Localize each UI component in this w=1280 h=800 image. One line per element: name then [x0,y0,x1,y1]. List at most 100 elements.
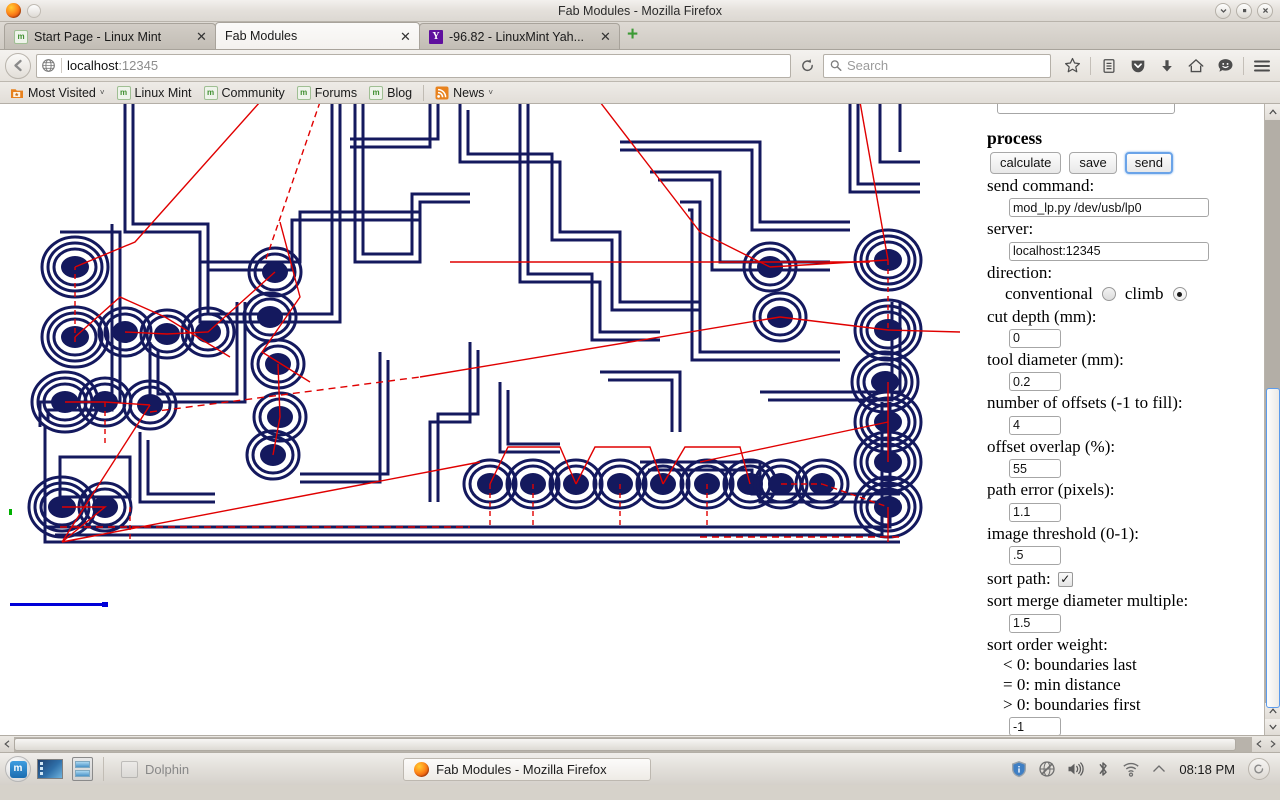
tab-label: Fab Modules [225,29,298,43]
send-command-input[interactable] [1009,198,1209,218]
mint-menu-button[interactable]: m [4,755,32,783]
back-button[interactable] [5,52,31,79]
horizontal-scroll-track[interactable] [14,736,1252,752]
tab-start-page[interactable]: m Start Page - Linux Mint ✕ [4,23,216,49]
search-box[interactable] [823,53,1051,78]
vertical-scrollbar[interactable] [1264,104,1280,735]
sort-merge-input[interactable] [1009,613,1061,633]
image-threshold-input[interactable] [1009,545,1061,565]
bookmark-community[interactable]: m Community [199,85,290,101]
downloads-icon[interactable] [1154,53,1180,79]
cut-depth-label: cut depth (mm): [987,306,1097,326]
process-settings-panel: process calculate save send send command… [978,104,1280,735]
bookmark-news[interactable]: News ˅ [430,85,498,101]
tab-close-icon[interactable]: ✕ [599,30,612,43]
bookmark-most-visited[interactable]: Most Visited ˅ [5,85,110,101]
library-icon[interactable] [1096,53,1122,79]
firefox-icon [414,761,430,777]
taskbar: m Dolphin Fab Modules - Mozilla Firefox [0,752,1280,785]
url-divider [61,58,62,73]
task-firefox-window[interactable]: Fab Modules - Mozilla Firefox [403,757,652,781]
url-text: localhost:12345 [67,58,158,73]
number-of-offsets-input[interactable] [1009,415,1061,435]
maximize-button[interactable] [1236,2,1252,19]
window-controls [1215,2,1280,19]
sort-order-weight-input[interactable] [1009,717,1061,735]
reload-button[interactable] [796,55,818,77]
new-tab-button[interactable]: + [619,25,646,47]
file-manager-button[interactable] [68,755,96,783]
search-input[interactable] [846,58,1044,73]
caret-up-icon[interactable] [1149,760,1168,779]
horizontal-scrollbar[interactable] [0,735,1280,752]
bookmark-forums[interactable]: m Forums [292,85,362,101]
menu-icon[interactable] [1249,53,1275,79]
vertical-scroll-thumb[interactable] [1265,388,1280,708]
tab-linuxmint-yahoo[interactable]: Y -96.82 - LinuxMint Yah... ✕ [419,23,620,49]
save-button[interactable]: save [1069,152,1117,174]
bookmark-label: Most Visited [28,85,96,100]
server-input[interactable] [1009,241,1209,261]
bookmark-blog[interactable]: m Blog [364,85,417,101]
path-error-input[interactable] [1009,502,1061,522]
mint-icon: m [116,85,131,100]
scroll-up-arrow[interactable] [1264,104,1280,120]
image-threshold-label: image threshold (0-1): [987,523,1140,543]
direction-radio-group: conventional climb [1005,284,1280,304]
bluetooth-icon[interactable] [1093,760,1112,779]
offset-overlap-input[interactable] [1009,459,1061,479]
task-dolphin[interactable]: Dolphin [111,758,199,781]
cut-depth-input[interactable] [1009,328,1061,348]
rss-icon [435,86,449,100]
scroll-left-arrow[interactable] [0,737,14,752]
tab-strip: m Start Page - Linux Mint ✕ Fab Modules … [0,22,1280,50]
desktop-icon [37,759,63,779]
wifi-icon[interactable] [1121,760,1140,779]
toolbar-divider [1090,56,1091,75]
close-button[interactable] [1257,2,1273,19]
section-title-process: process [987,128,1043,148]
scroll-right-arrow[interactable] [1266,737,1280,752]
clipped-input[interactable] [997,104,1175,114]
send-button[interactable]: send [1124,152,1173,174]
vertical-scroll-track[interactable] [1264,120,1280,708]
home-icon[interactable] [1183,53,1209,79]
mint-icon: m [296,85,311,100]
network-icon[interactable] [1037,760,1056,779]
minimize-button[interactable] [1215,2,1231,19]
sort-order-weight-label: sort order weight: [987,634,1108,654]
server-label: server: [987,219,1034,239]
tab-close-icon[interactable]: ✕ [195,30,208,43]
window-titlebar: Fab Modules - Mozilla Firefox [0,0,1280,22]
origin-marker [9,509,12,515]
pocket-icon[interactable] [1125,53,1151,79]
toolpath-drawing [27,104,960,544]
conventional-radio[interactable] [1101,287,1116,302]
send-command-label: send command: [987,176,1095,195]
session-menu-button[interactable] [1248,758,1270,780]
bookmark-star-icon[interactable] [1059,53,1085,79]
clipped-field-above [987,104,1280,118]
sort-merge-label: sort merge diameter multiple: [987,591,1189,611]
toolpath-canvas[interactable] [0,104,978,735]
bookmark-linux-mint[interactable]: m Linux Mint [112,85,197,101]
sort-order-eq-hint: = 0: min distance [1003,675,1121,695]
system-tray: 08:18 PM [1009,758,1276,780]
tab-close-icon[interactable]: ✕ [399,30,412,43]
feedback-icon[interactable] [1212,53,1238,79]
tab-fab-modules[interactable]: Fab Modules ✕ [215,22,420,49]
url-bar[interactable]: localhost:12345 [36,53,791,78]
clock[interactable]: 08:18 PM [1177,762,1237,777]
calculate-button[interactable]: calculate [990,152,1062,174]
scale-bar [10,602,108,607]
scroll-left-arrow-secondary[interactable] [1252,737,1266,752]
climb-radio[interactable] [1172,287,1187,302]
volume-icon[interactable] [1065,760,1084,779]
scroll-down-arrow[interactable] [1264,719,1280,735]
show-desktop-button[interactable] [36,755,64,783]
update-shield-icon[interactable] [1009,760,1028,779]
sort-path-checkbox[interactable]: ✓ [1057,571,1073,587]
horizontal-scroll-thumb[interactable] [14,737,1236,751]
tool-diameter-input[interactable] [1009,372,1061,392]
file-cabinet-icon [71,757,93,781]
